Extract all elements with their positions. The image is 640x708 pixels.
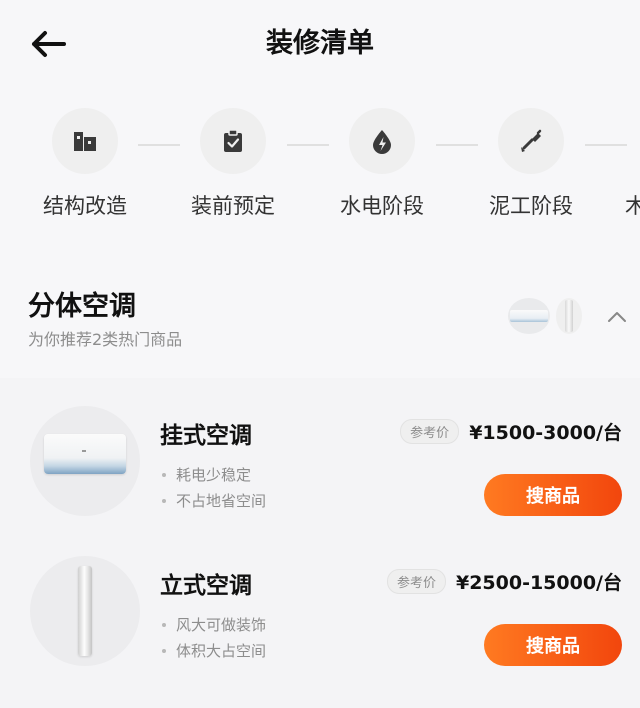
stage-connector <box>585 144 627 146</box>
chevron-up-icon <box>608 312 626 322</box>
floor-ac-thumbnail <box>556 298 582 334</box>
price-row: 参考价 ¥2500-15000/台 <box>386 568 622 595</box>
product-image <box>30 406 140 516</box>
category-split-ac[interactable]: 分体空调 为你推荐2类热门商品 <box>0 266 640 376</box>
clipboard-check-icon <box>224 129 242 152</box>
stage-label: 水电阶段 <box>340 194 424 218</box>
stage-circle <box>349 108 415 174</box>
stage-label: 结构改造 <box>43 194 127 218</box>
product-card-floor-ac[interactable]: 立式空调 风大可做装饰 体积大占空间 参考价 ¥2500-15000/台 搜商品 <box>0 528 640 678</box>
search-products-button[interactable]: 搜商品 <box>484 474 622 516</box>
search-products-button[interactable]: 搜商品 <box>484 624 622 666</box>
price: ¥1500-3000/台 <box>469 422 622 444</box>
header: 装修清单 <box>0 0 640 88</box>
stage-plumbing-electric[interactable]: 水电阶段 <box>327 104 437 234</box>
water-electric-icon <box>373 130 391 154</box>
collapse-button[interactable] <box>602 302 632 332</box>
stage-label: 装前预定 <box>191 194 275 218</box>
reference-price-badge: 参考价 <box>386 569 446 594</box>
stage-circle <box>200 108 266 174</box>
page-title: 装修清单 <box>266 28 374 59</box>
price: ¥2500-15000/台 <box>455 572 622 594</box>
product-list: 挂式空调 耗电少稳定 不占地省空间 参考价 ¥1500-3000/台 搜商品 立… <box>0 378 640 708</box>
stage-masonry[interactable]: 泥工阶段 <box>476 104 586 234</box>
product-name: 挂式空调 <box>160 423 252 449</box>
feature-item: 不占地省空间 <box>160 488 266 514</box>
stage-woodwork[interactable]: 木 <box>625 104 640 234</box>
stage-stepper: 结构改造 装前预定 水电阶段 泥工阶段 木 <box>0 104 640 234</box>
stage-label: 木 <box>625 194 640 218</box>
stage-structure[interactable]: 结构改造 <box>30 104 140 234</box>
stage-circle <box>498 108 564 174</box>
category-subtitle: 为你推荐2类热门商品 <box>28 330 183 349</box>
stage-connector <box>287 144 329 146</box>
page: 装修清单 结构改造 装前预定 水电阶段 泥工阶段 木 分体空调 为你推荐2类热门… <box>0 0 640 708</box>
feature-item: 耗电少稳定 <box>160 462 266 488</box>
stage-connector <box>436 144 478 146</box>
feature-list: 耗电少稳定 不占地省空间 <box>160 462 266 514</box>
reference-price-badge: 参考价 <box>400 419 460 444</box>
stage-pre-booking[interactable]: 装前预定 <box>178 104 288 234</box>
price-row: 参考价 ¥1500-3000/台 <box>400 418 622 445</box>
product-name: 立式空调 <box>160 573 252 599</box>
product-image <box>30 556 140 666</box>
feature-item: 风大可做装饰 <box>160 612 266 638</box>
trowel-icon <box>521 129 542 152</box>
structure-icon <box>74 132 96 151</box>
stage-circle <box>52 108 118 174</box>
stage-connector <box>138 144 180 146</box>
feature-list: 风大可做装饰 体积大占空间 <box>160 612 266 664</box>
product-card-wall-ac[interactable]: 挂式空调 耗电少稳定 不占地省空间 参考价 ¥1500-3000/台 搜商品 <box>0 378 640 528</box>
stage-label: 泥工阶段 <box>489 194 573 218</box>
category-title: 分体空调 <box>28 291 136 322</box>
wall-ac-thumbnail <box>508 298 550 334</box>
feature-item: 体积大占空间 <box>160 638 266 664</box>
